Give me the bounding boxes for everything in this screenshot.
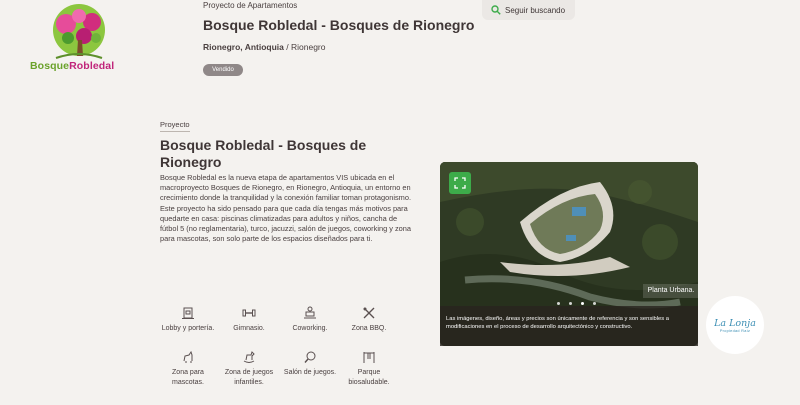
amenity-playground: Zona de juegos infantiles. — [218, 350, 280, 387]
amenity-coworking: Coworking. — [279, 306, 341, 334]
pet-icon — [183, 350, 193, 363]
lobby-icon — [182, 307, 194, 319]
image-disclaimer: Las imágenes, diseño, áreas y precios so… — [440, 306, 698, 346]
keep-searching-button[interactable]: Seguir buscando — [482, 0, 575, 20]
description-paragraph: Bosque Robledal es la nueva etapa de apa… — [160, 173, 412, 203]
amenity-fitness-park: Parque biosaludable. — [338, 350, 400, 387]
logo-wordmark: BosqueRobledal — [30, 60, 115, 72]
section-title: Bosque Robledal - Bosques de Rionegro — [160, 137, 367, 170]
expand-icon — [454, 177, 466, 189]
amenity-game-room: Salón de juegos. — [279, 350, 341, 378]
partner-tagline: Propiedad Raíz — [719, 328, 751, 333]
dumbbell-icon — [242, 309, 256, 317]
carousel-dot-active[interactable] — [581, 302, 584, 305]
coworking-icon — [304, 306, 316, 319]
bbq-icon — [363, 307, 375, 319]
partner-badge[interactable]: La Lonja Propiedad Raíz — [706, 296, 764, 354]
status-badge: Vendido — [203, 64, 243, 76]
section-divider — [160, 131, 190, 132]
amenity-bbq: Zona BBQ. — [338, 306, 400, 334]
description-paragraph: Este proyecto ha sido pensado para que c… — [160, 203, 412, 244]
carousel-dot[interactable] — [593, 302, 596, 305]
section-label: Proyecto — [160, 120, 190, 129]
carousel-dot[interactable] — [557, 302, 560, 305]
project-description: Bosque Robledal es la nueva etapa de apa… — [160, 173, 415, 244]
project-type-label: Proyecto de Apartamentos — [203, 1, 298, 10]
rocking-horse-icon — [243, 351, 255, 363]
ping-pong-icon — [304, 351, 316, 363]
location-separator: / — [283, 42, 291, 52]
location-city: Rionegro, Antioquia — [203, 42, 284, 52]
amenity-pets: Zona para mascotas. — [157, 350, 219, 387]
keep-searching-label: Seguir buscando — [505, 5, 566, 15]
page-title: Bosque Robledal - Bosques de Rionegro — [203, 17, 475, 33]
search-icon — [491, 5, 501, 15]
expand-image-button[interactable] — [449, 172, 471, 194]
partner-name: La Lonja — [714, 317, 756, 329]
fitness-park-icon — [363, 352, 375, 363]
carousel-dot[interactable] — [569, 302, 572, 305]
amenity-lobby: Lobby y portería. — [157, 306, 219, 334]
amenity-gym: Gimnasio. — [218, 306, 280, 334]
location: Rionegro, Antioquia / Rionegro — [203, 42, 326, 52]
image-caption: Planta Urbana. — [643, 284, 699, 298]
location-municipality: Rionegro — [291, 42, 326, 52]
